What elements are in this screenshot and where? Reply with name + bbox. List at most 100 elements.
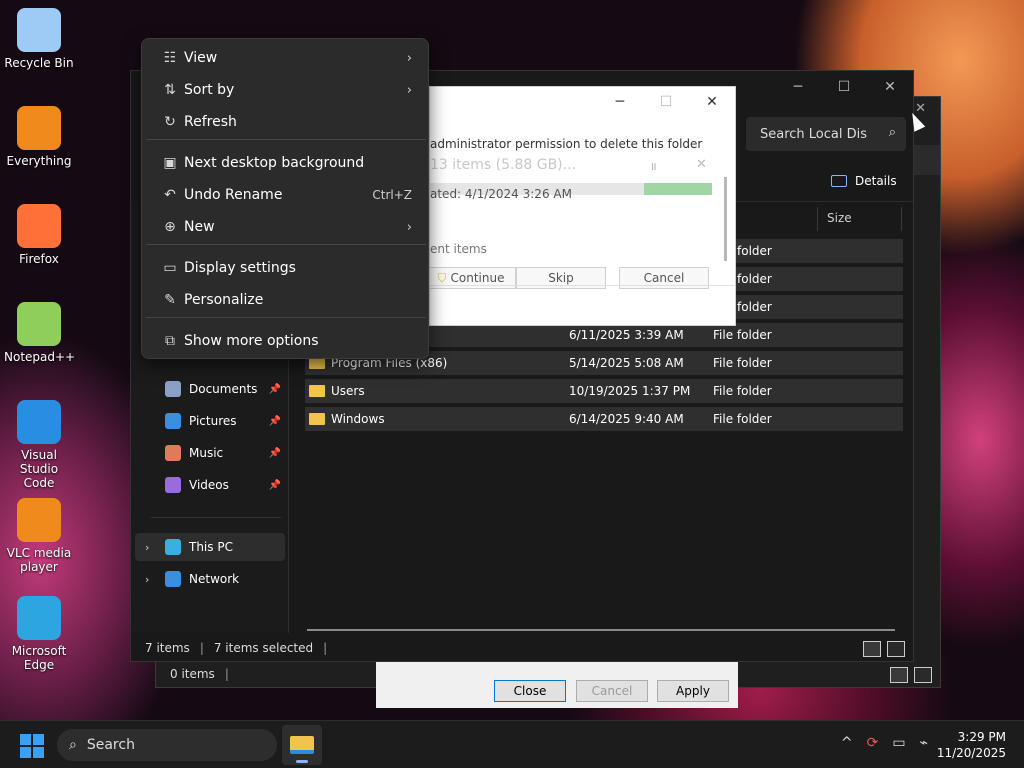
sidebar-item-label: This PC [189, 540, 233, 554]
search-input[interactable]: Search Local Dis ⌕ [746, 117, 906, 151]
dialog-scrollbar[interactable] [724, 177, 727, 261]
shield-icon: ⛉ [437, 270, 447, 285]
file-type: File folder [713, 412, 772, 426]
taskbar-search-box[interactable]: ⌕ Search [57, 729, 277, 761]
desktop-icon-label: Microsoft Edge [11, 644, 67, 672]
menu-separator [146, 317, 426, 318]
date-created-text: ated: 4/1/2024 3:26 AM [430, 187, 572, 201]
sidebar-item-videos[interactable]: Videos 📌 [135, 471, 285, 499]
vlc-icon [17, 498, 61, 542]
close-icon[interactable]: ✕ [867, 71, 913, 103]
monitor-icon[interactable]: ▭ [892, 735, 905, 751]
brush-icon: ✎ [164, 292, 176, 308]
menu-item-new[interactable]: ⊕ New › [146, 212, 424, 242]
windows-logo-icon [33, 747, 44, 758]
desktop-icon[interactable]: Recycle Bin [4, 8, 74, 70]
column-header-size[interactable]: Size [827, 211, 852, 225]
sidebar-item-documents[interactable]: Documents 📌 [135, 375, 285, 403]
sidebar-item-network[interactable]: › Network [135, 565, 285, 593]
close-icon[interactable]: ✕ [689, 87, 735, 117]
file-type-partial: folder [737, 272, 772, 286]
column-divider[interactable] [817, 207, 818, 231]
taskbar-file-explorer[interactable] [282, 725, 322, 765]
desktop-icon[interactable]: Everything [4, 106, 74, 168]
menu-item-undo-rename[interactable]: ↶ Undo Rename Ctrl+Z [146, 180, 424, 210]
menu-item-sort-by[interactable]: ⇅ Sort by › [146, 75, 424, 105]
windows-logo-icon [20, 734, 31, 745]
menu-separator [146, 139, 426, 140]
clock-date: 11/20/2025 [936, 746, 1006, 760]
pause-icon[interactable]: ॥ [650, 159, 657, 174]
pin-icon[interactable]: 📌 [269, 384, 281, 395]
system-tray: ^ ⟳ ▭ ⌁ [841, 735, 928, 751]
taskbar-clock[interactable]: 3:29 PM 11/20/2025 [937, 729, 1006, 761]
minimize-icon[interactable]: ─ [775, 71, 821, 103]
menu-item-label: Personalize [184, 292, 264, 308]
status-item-count: 7 items [145, 641, 190, 655]
menu-item-shortcut: Ctrl+Z [372, 188, 412, 202]
menu-item-personalize[interactable]: ✎ Personalize [146, 285, 424, 315]
column-divider[interactable] [901, 207, 902, 231]
status-separator: | [224, 667, 229, 681]
start-button[interactable] [20, 734, 44, 758]
sidebar-item-this-pc[interactable]: › This PC [135, 533, 285, 561]
table-row[interactable]: Users 10/19/2025 1:37 PM File folder [305, 379, 903, 403]
minimize-icon[interactable]: ─ [597, 87, 643, 117]
details-pane-button[interactable]: Details [831, 174, 897, 188]
desktop-icon[interactable]: Firefox [4, 204, 74, 266]
maximize-icon: ☐ [659, 94, 673, 110]
menu-item-show-more-options[interactable]: ⧉ Show more options [146, 326, 424, 356]
menu-item-display-settings[interactable]: ▭ Display settings [146, 253, 424, 283]
file-date-modified: 6/14/2025 9:40 AM [569, 412, 684, 426]
desktop-icon[interactable]: Notepad++ [4, 302, 75, 364]
network-icon[interactable]: ⌁ [920, 735, 928, 751]
undo-icon: ↶ [164, 187, 176, 203]
large-icons-view-icon[interactable] [887, 641, 905, 657]
desktop-icon-label: VLC media player [6, 546, 72, 574]
music-icon [165, 445, 181, 461]
sidebar-item-music[interactable]: Music 📌 [135, 439, 285, 467]
view-toggle-group [863, 641, 905, 657]
horizontal-scrollbar[interactable] [307, 629, 895, 631]
chevron-right-icon[interactable]: › [145, 541, 149, 554]
desktop-icon[interactable]: VLC media player [4, 498, 74, 574]
file-type: File folder [713, 328, 772, 342]
menu-item-view[interactable]: ☷ View › [146, 43, 424, 73]
maximize-icon[interactable]: ☐ [821, 71, 867, 103]
details-pane-icon [831, 175, 847, 187]
sidebar-item-label: Pictures [189, 414, 237, 428]
pin-icon[interactable]: 📌 [269, 416, 281, 427]
apply-button[interactable]: Apply [657, 680, 729, 702]
chevron-right-icon[interactable]: › [145, 573, 149, 586]
menu-item-label: Sort by [184, 82, 235, 98]
sync-status-icon[interactable]: ⟳ [867, 735, 879, 751]
pin-icon[interactable]: 📌 [269, 480, 281, 491]
window-controls: ─ ☐ ✕ [775, 71, 913, 103]
sidebar-item-pictures[interactable]: Pictures 📌 [135, 407, 285, 435]
file-type: File folder [713, 356, 772, 370]
cancel-button[interactable]: Cancel [576, 680, 648, 702]
close-button[interactable]: Close [494, 680, 566, 702]
view-toggle-group [890, 667, 932, 683]
status-bar: 7 items | 7 items selected | [131, 635, 913, 661]
vscode-icon [17, 400, 61, 444]
desktop-icon[interactable]: Visual Studio Code [4, 400, 74, 490]
taskbar: ⌕ Search ^ ⟳ ▭ ⌁ 3:29 PM 11/20/2025 [0, 720, 1024, 768]
show-hidden-icons-chevron-icon[interactable]: ^ [841, 735, 853, 751]
details-view-icon[interactable] [863, 641, 881, 657]
large-icons-view-icon[interactable] [914, 667, 932, 683]
menu-item-label: View [184, 50, 218, 66]
menu-item-next-desktop-background[interactable]: ▣ Next desktop background [146, 148, 424, 178]
desktop-icon[interactable]: Microsoft Edge [4, 596, 74, 672]
chevron-right-icon: › [406, 82, 412, 98]
cancel-operation-icon[interactable]: ✕ [696, 157, 707, 172]
pin-icon[interactable]: 📌 [269, 448, 281, 459]
file-date-modified: 5/14/2025 5:08 AM [569, 356, 684, 370]
file-type: File folder [713, 384, 772, 398]
search-icon[interactable]: ⌕ [889, 125, 896, 140]
menu-item-label: Show more options [184, 333, 319, 349]
table-row[interactable]: Windows 6/14/2025 9:40 AM File folder [305, 407, 903, 431]
menu-item-refresh[interactable]: ↻ Refresh [146, 107, 424, 137]
details-view-icon[interactable] [890, 667, 908, 683]
sidebar-item-label: Videos [189, 478, 229, 492]
